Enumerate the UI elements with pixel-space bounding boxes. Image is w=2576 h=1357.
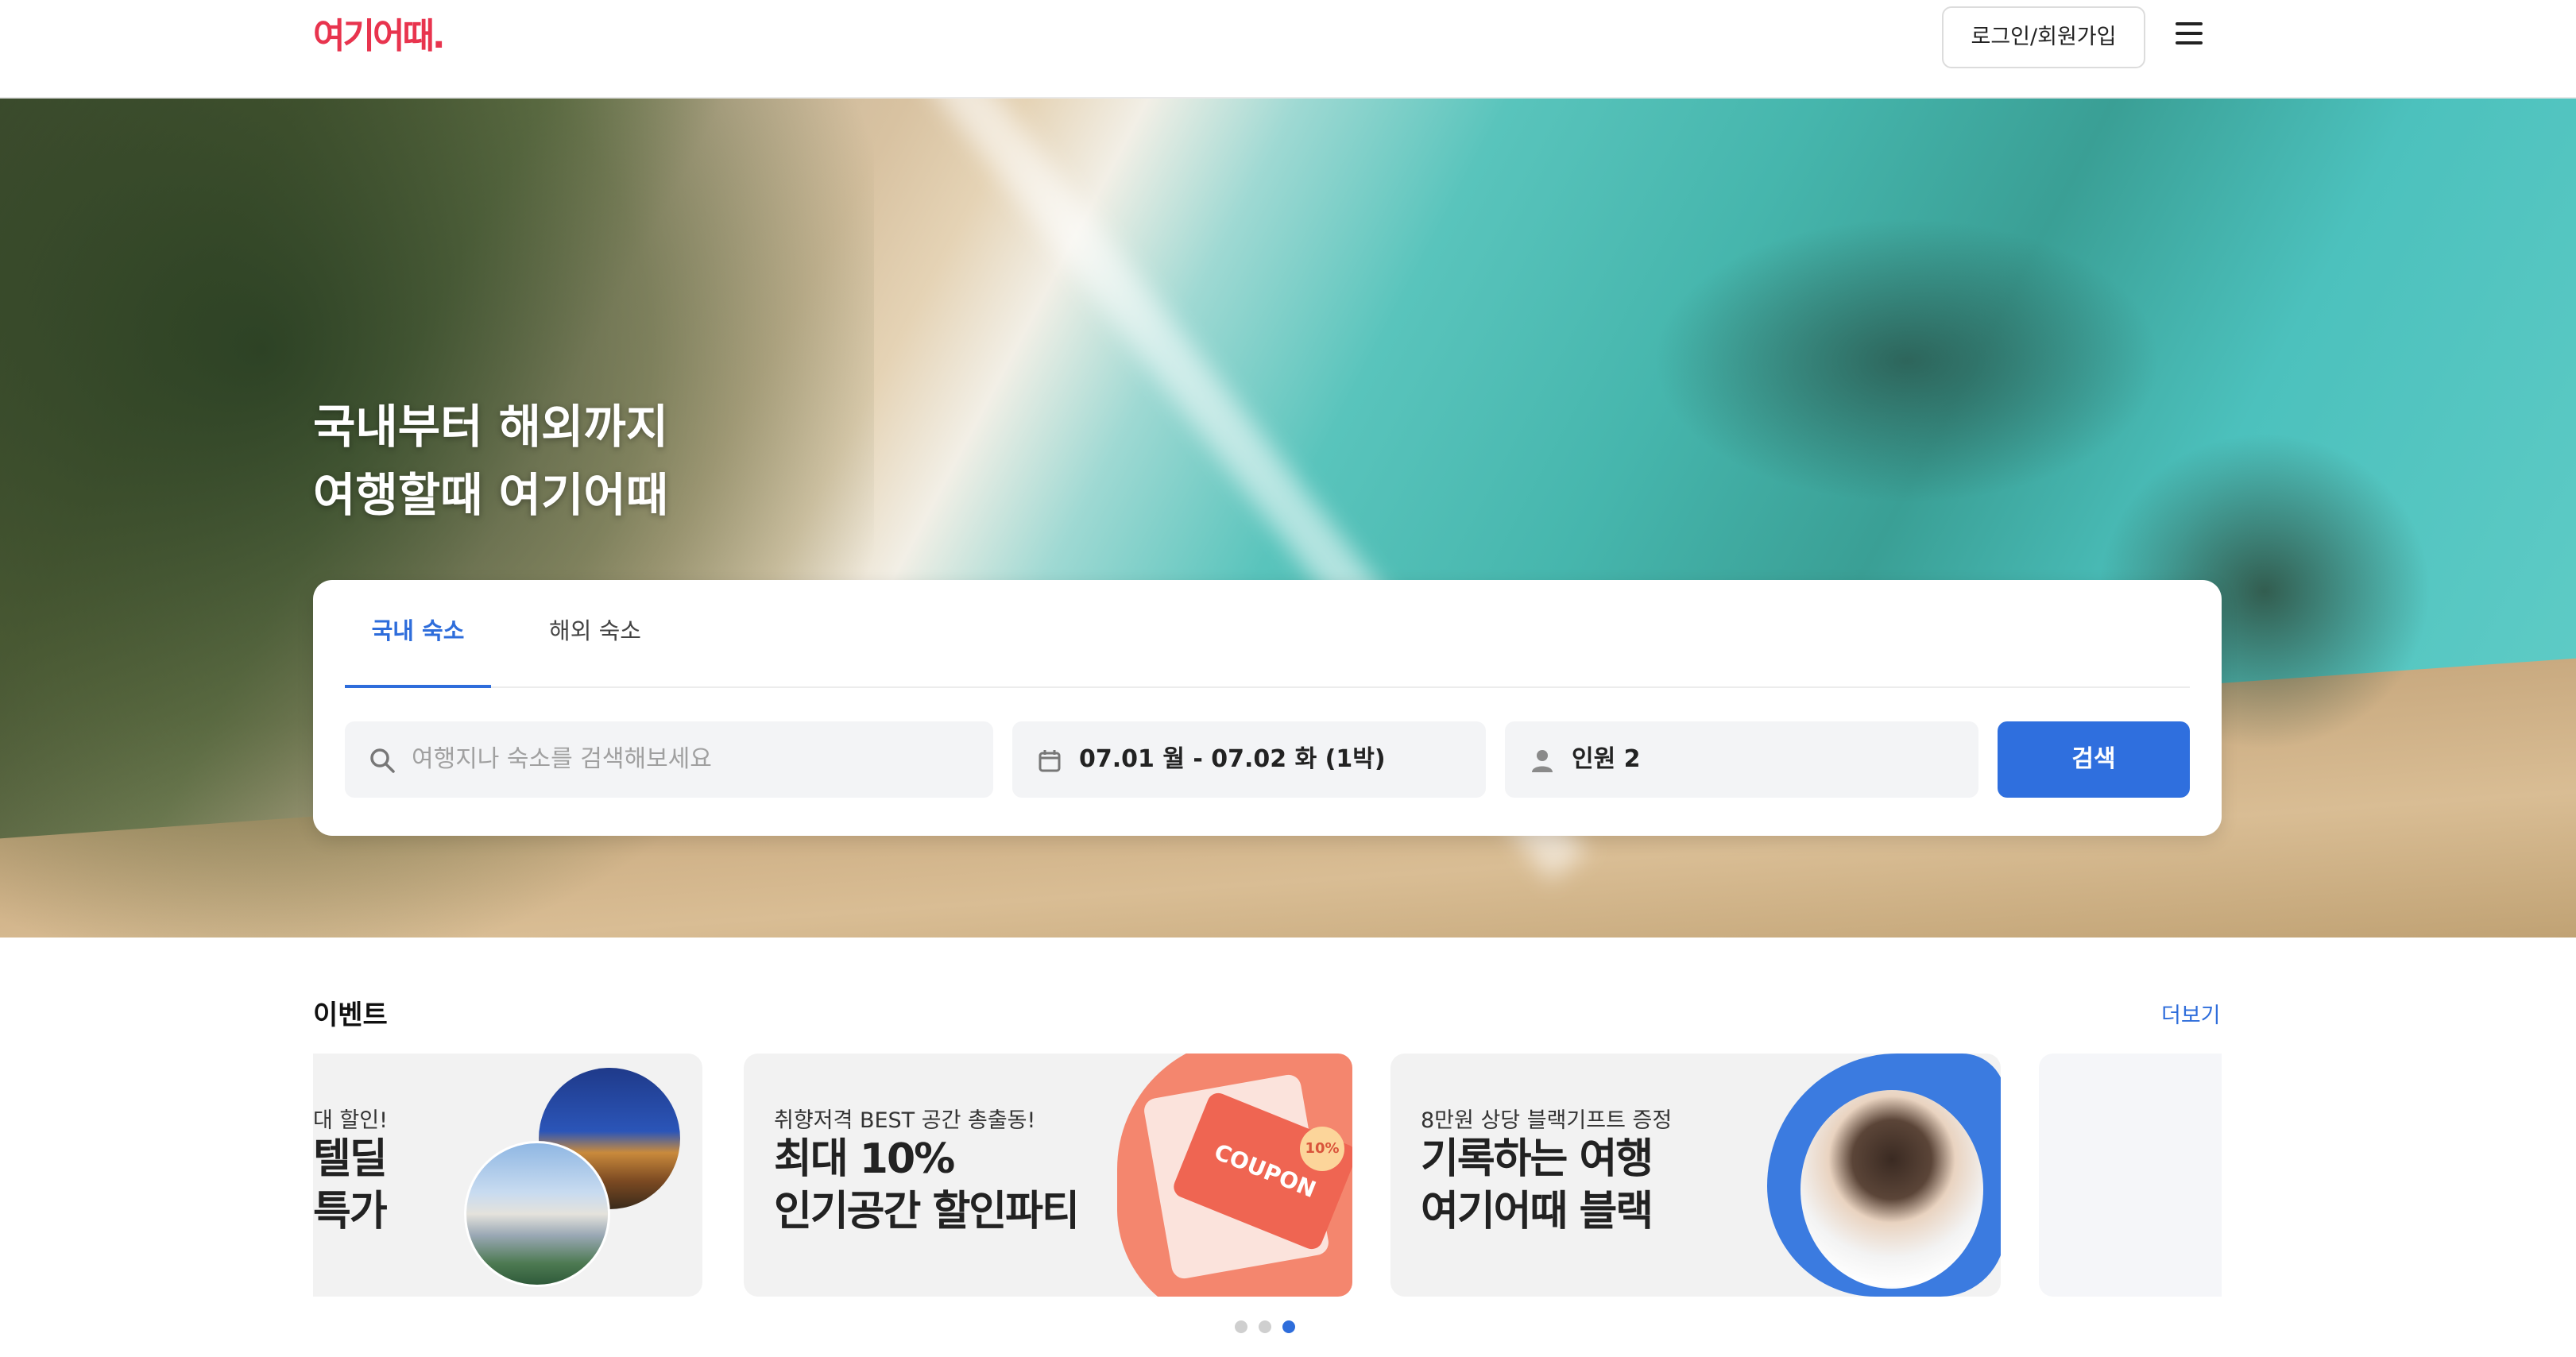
- event-card-black-gift[interactable]: 8만원 상당 블랙기프트 증정 기록하는 여행 여기어때 블랙: [1390, 1054, 2001, 1297]
- resort-photo-image: [464, 1141, 610, 1287]
- hero-headline-line1: 국내부터 해외까지: [313, 400, 669, 454]
- person-icon: [1532, 750, 1553, 772]
- carousel-dot[interactable]: [1259, 1320, 1271, 1333]
- date-range-value: 07.01 월 - 07.02 화 (1박): [1079, 745, 1386, 773]
- search-panel: 국내 숙소 해외 숙소 여행지나 숙소를 검색해보세요 07.01 월 - 07…: [313, 580, 2222, 836]
- event-card-headline: 기록하는 여행 여기어때 블랙: [1421, 1133, 1654, 1238]
- event-card-headline-line2: 특가: [313, 1188, 388, 1235]
- event-card-headline-line1: 기록하는 여행: [1421, 1135, 1654, 1183]
- hero-headline-line2: 여행할때 여기어때: [313, 468, 669, 522]
- login-signup-button[interactable]: 로그인/회원가입: [1942, 6, 2145, 68]
- event-card-subtitle: 8만원 상당 블랙기프트 증정: [1421, 1108, 1673, 1133]
- search-tabs: 국내 숙소 해외 숙소: [345, 580, 2190, 688]
- event-card-space-sale[interactable]: 취향저격 BEST 공간 총출동! 최대 10% 인기공간 할인파티 COUPO…: [744, 1054, 1352, 1297]
- carousel-dot[interactable]: [1235, 1320, 1247, 1333]
- top-header: 여기어때. 로그인/회원가입: [0, 0, 2576, 99]
- search-icon: [370, 748, 395, 773]
- hero-headline: 국내부터 해외까지 여행할때 여기어때: [313, 392, 949, 529]
- event-card-headline-line2: 인기공간 할인파티: [774, 1188, 1080, 1235]
- calendar-icon: [1039, 750, 1061, 772]
- tab-domestic-stay[interactable]: 국내 숙소: [345, 617, 491, 688]
- event-card-subtitle: 대 할인!: [313, 1108, 388, 1133]
- events-carousel: 대 할인! 텔딜 특가 취향저격 BEST 공간 총출동! 최대 10% 인기공…: [313, 1054, 2222, 1298]
- carousel-dot-active[interactable]: [1282, 1320, 1295, 1333]
- guest-count-selector[interactable]: 인원 2: [1505, 721, 1978, 798]
- event-card-headline-line1: 텔딜: [313, 1135, 388, 1183]
- events-more-link[interactable]: 더보기: [2161, 998, 2221, 1029]
- event-card-headline-line2: 여기어때 블랙: [1421, 1188, 1654, 1235]
- event-card-headline: 최대 10% 인기공간 할인파티: [774, 1133, 1080, 1238]
- guest-count-value: 인원 2: [1572, 745, 1641, 773]
- hero-reef: [1653, 218, 2161, 504]
- search-button[interactable]: 검색: [1998, 721, 2190, 798]
- event-card-next[interactable]: [2039, 1054, 2222, 1297]
- coupon-percent-badge: 10%: [1300, 1127, 1344, 1171]
- event-card-subtitle: 취향저격 BEST 공간 총출동!: [774, 1108, 1036, 1133]
- destination-placeholder: 여행지나 숙소를 검색해보세요: [412, 745, 712, 773]
- event-card-headline: 텔딜 특가: [313, 1133, 388, 1238]
- events-section-title: 이벤트: [313, 999, 388, 1031]
- event-card-hotel-deal[interactable]: 대 할인! 텔딜 특가: [313, 1054, 702, 1297]
- tab-overseas-stay[interactable]: 해외 숙소: [536, 617, 655, 688]
- carousel-pagination: [1235, 1320, 1298, 1335]
- brand-logo[interactable]: 여기어때.: [313, 17, 446, 56]
- destination-search-input[interactable]: 여행지나 숙소를 검색해보세요: [345, 721, 993, 798]
- date-range-picker[interactable]: 07.01 월 - 07.02 화 (1박): [1012, 721, 1486, 798]
- event-card-headline-line1: 최대 10%: [774, 1135, 955, 1183]
- person-with-camera-image: [1800, 1090, 1983, 1289]
- hamburger-menu-icon[interactable]: [2176, 22, 2203, 51]
